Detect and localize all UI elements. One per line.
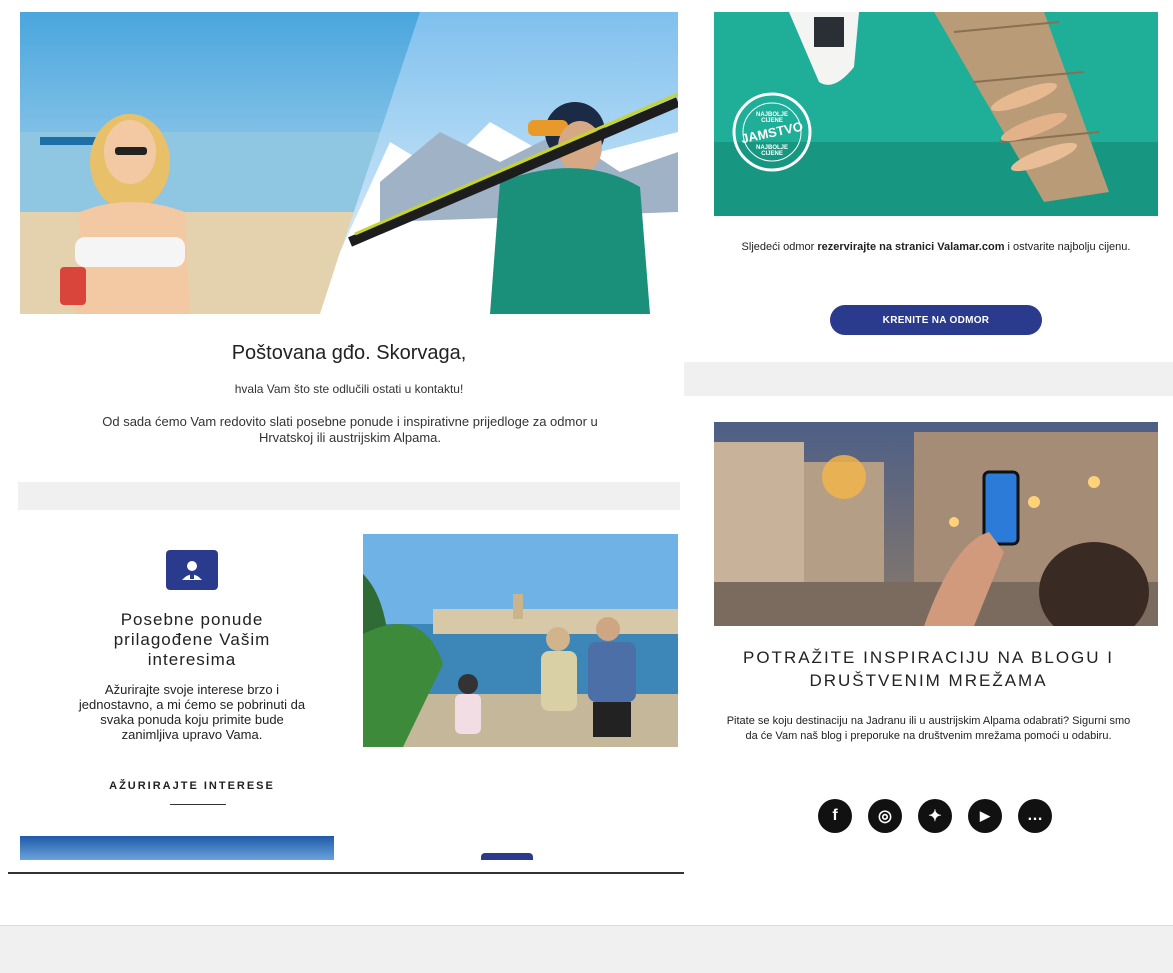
chat-icon[interactable]: … xyxy=(1018,799,1052,833)
bottom-sky-photo xyxy=(20,836,334,860)
twitter-glyph: ✦ xyxy=(928,808,942,825)
facebook-glyph: f xyxy=(832,807,838,824)
gap-left-middle xyxy=(18,482,680,510)
youtube-glyph: ▶ xyxy=(980,808,990,823)
update-interests-link[interactable]: AŽURIRAJTE INTERESE xyxy=(75,780,309,792)
guarantee-text-suffix: i ostvarite najbolju cijenu. xyxy=(1004,241,1131,253)
offers-body: Ažurirajte svoje interese brzo i jednost… xyxy=(78,682,306,742)
hero-image xyxy=(20,12,678,314)
city-image xyxy=(714,422,1158,626)
bottom-bar xyxy=(0,925,1173,973)
family-image xyxy=(363,534,678,747)
blog-body: Pitate se koju destinaciju na Jadranu il… xyxy=(726,715,1131,742)
link-underline xyxy=(170,804,226,805)
gap-right-middle xyxy=(684,362,1173,396)
facebook-icon[interactable]: f xyxy=(818,799,852,833)
hero-card: Poštovana gđo. Skorvaga, hvala Vam što s… xyxy=(20,12,678,482)
family-photo xyxy=(363,534,678,747)
book-holiday-button[interactable]: KRENITE NA ODMOR xyxy=(830,305,1042,335)
offers-title: Posebne ponude prilagođene Vašim interes… xyxy=(113,610,271,669)
hero-greeting: Poštovana gđo. Skorvaga, xyxy=(231,342,467,364)
blog-title: POTRAŽITE INSPIRACIJU NA BLOGU I DRUŠTVE… xyxy=(743,648,1114,690)
chat-glyph: … xyxy=(1027,807,1043,824)
partial-icon xyxy=(481,853,533,860)
offers-icon[interactable] xyxy=(166,550,218,590)
hero-thanks: hvala Vam što ste odlučili ostati u kont… xyxy=(234,382,464,396)
user-icon xyxy=(182,561,202,580)
instagram-icon[interactable]: ◎ xyxy=(868,799,902,833)
city-photo xyxy=(714,422,1158,626)
blog-card: POTRAŽITE INSPIRACIJU NA BLOGU I DRUŠTVE… xyxy=(684,396,1173,866)
guarantee-text-bold[interactable]: rezervirajte na stranici Valamar.com xyxy=(817,241,1004,253)
youtube-icon[interactable]: ▶ xyxy=(968,799,1002,833)
pier-photo: NAJBOLJE CIJENE JAMSTVO NAJBOLJE CIJENE xyxy=(714,12,1158,216)
guarantee-text-prefix: Sljedeći odmor xyxy=(741,241,818,253)
twitter-icon[interactable]: ✦ xyxy=(918,799,952,833)
badge-bottom-text: NAJBOLJE CIJENE xyxy=(755,145,788,157)
offers-card: Posebne ponude prilagođene Vašim interes… xyxy=(20,510,678,860)
hero-photo xyxy=(20,12,678,314)
left-bottom-line xyxy=(8,872,684,874)
guarantee-text: Sljedeći odmor rezervirajte na stranici … xyxy=(724,240,1148,255)
guarantee-card: NAJBOLJE CIJENE JAMSTVO NAJBOLJE CIJENE … xyxy=(684,0,1173,362)
hero-body: Od sada ćemo Vam redovito slati posebne … xyxy=(102,414,598,445)
instagram-glyph: ◎ xyxy=(878,808,892,825)
